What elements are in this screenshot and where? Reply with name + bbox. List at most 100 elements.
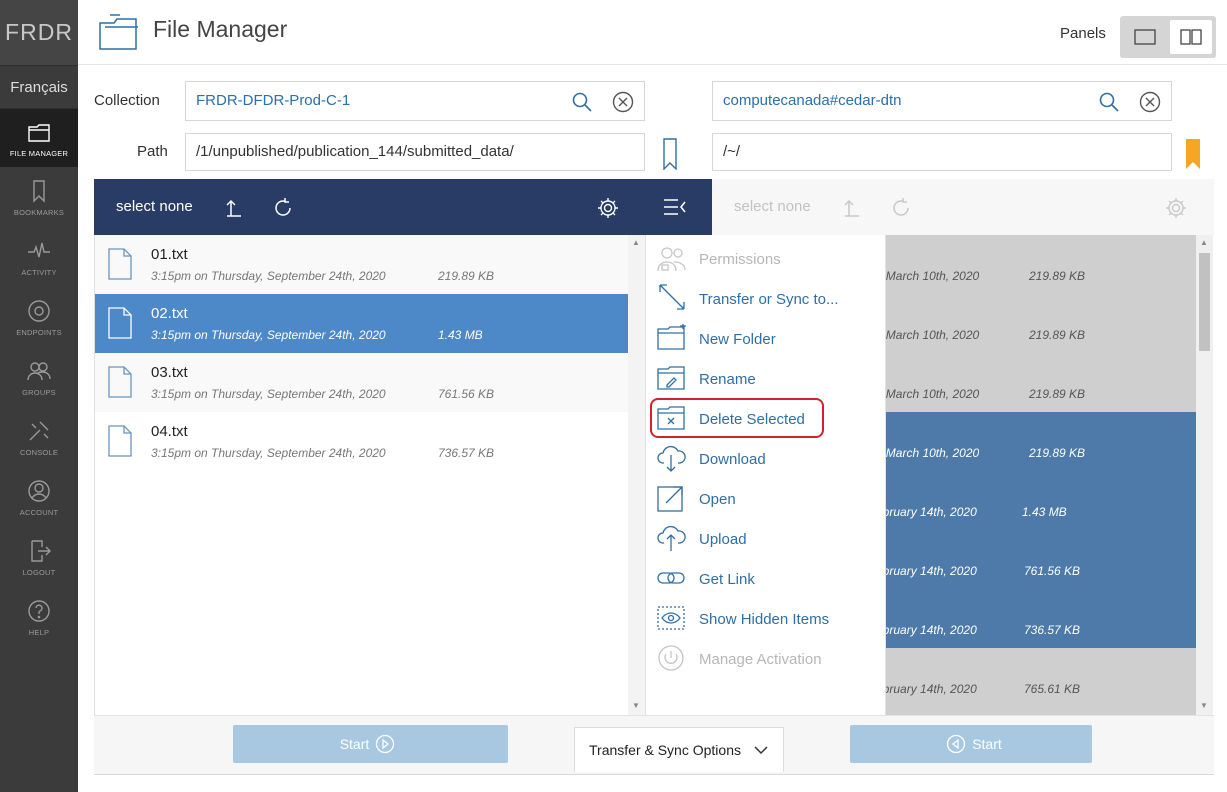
file-modified: y, March 10th, 2020 [874,328,980,342]
sidebar-item-activity[interactable]: ACTIVITY [0,227,78,287]
menu-item-label: Transfer or Sync to... [699,291,839,308]
start-transfer-right-button[interactable]: Start [850,725,1092,763]
up-folder-icon[interactable] [224,196,246,218]
sidebar-item-groups[interactable]: GROUPS [0,347,78,407]
file-size: 219.89 KB [1029,446,1086,460]
sidebar-item-file-manager[interactable]: FILE MANAGER [0,109,78,167]
console-icon [29,421,49,440]
left-path-value: /1/unpublished/publication_144/submitted… [196,143,514,160]
bookmark-filled-icon[interactable] [1185,138,1201,170]
menu-item-upload[interactable]: Upload [646,518,887,558]
start-transfer-left-button[interactable]: Start [233,725,508,763]
transfer-sync-options-toggle[interactable]: Transfer & Sync Options [574,727,784,772]
sidebar-item-help[interactable]: HELP [0,587,78,647]
left-collection-field[interactable]: FRDR-DFDR-Prod-C-1 [185,81,645,121]
gear-icon[interactable] [596,196,620,220]
sidebar-item-label: CONSOLE [19,447,59,457]
sidebar-item-console[interactable]: CONSOLE [0,407,78,467]
menu-item-new-folder[interactable]: New Folder [646,318,887,358]
app-root: FRDR Français FILE MANAGER BOOKMARKS ACT… [0,0,1227,792]
link-icon [657,572,685,584]
file-modified: 3:15pm on Thursday, September 24th, 2020 [151,387,386,401]
right-scrollbar[interactable]: ▲ ▼ [1196,235,1213,715]
sidebar-item-bookmarks[interactable]: BOOKMARKS [0,167,78,227]
menu-item-manage-activation[interactable]: Manage Activation [646,638,887,678]
clear-icon[interactable] [1139,91,1161,113]
file-row[interactable]: y, March 10th, 2020 219.89 KB [874,294,1196,353]
up-folder-icon[interactable] [842,196,864,218]
rename-icon [657,366,685,390]
endpoint-icon [28,299,50,322]
select-none-button[interactable]: select none [734,198,811,215]
menu-item-rename[interactable]: Rename [646,358,887,398]
file-icon [108,366,132,398]
file-modified: ebruary 14th, 2020 [876,564,977,578]
bookmark-icon [33,179,45,203]
sidebar-item-label: ENDPOINTS [16,327,62,337]
dual-panel-button[interactable] [1170,20,1212,54]
transfer-bar: Start Transfer & Sync Options Start [94,715,1214,775]
file-name: 04.txt [151,423,188,440]
file-row[interactable]: 03.txt 3:15pm on Thursday, September 24t… [95,353,629,412]
file-row[interactable]: y, March 10th, 2020 219.89 KB [874,412,1196,471]
bookmark-icon[interactable] [662,138,678,170]
refresh-icon[interactable] [889,196,913,220]
file-row[interactable]: ebruary 14th, 2020 761.56 KB [876,530,1196,589]
file-row[interactable]: 01.txt 3:15pm on Thursday, September 24t… [95,235,629,294]
gear-icon[interactable] [1164,196,1188,220]
file-size: 736.57 KB [438,446,495,460]
menu-item-label: Download [699,451,766,468]
sidebar-item-endpoints[interactable]: ENDPOINTS [0,287,78,347]
file-row[interactable]: 04.txt 3:15pm on Thursday, September 24t… [95,412,629,471]
file-row[interactable]: ebruary 14th, 2020 1.43 MB [876,471,1196,530]
file-row[interactable]: ebruary 14th, 2020 736.57 KB [876,589,1196,648]
sidebar-item-account[interactable]: ACCOUNT [0,467,78,527]
brand-logo[interactable]: FRDR [0,0,78,65]
panels-label: Panels [1060,25,1106,42]
file-modified: y, March 10th, 2020 [874,446,980,460]
page-title: File Manager [153,16,288,42]
single-panel-icon [1134,29,1156,45]
file-row[interactable]: 02.txt 3:15pm on Thursday, September 24t… [95,294,629,353]
scroll-up-icon[interactable]: ▲ [632,238,640,247]
file-modified: ebruary 14th, 2020 [876,505,977,519]
file-modified: 3:15pm on Thursday, September 24th, 2020 [151,328,386,342]
file-modified: y, March 10th, 2020 [874,269,980,283]
scroll-down-icon[interactable]: ▼ [1200,701,1208,710]
menu-item-transfer[interactable]: Transfer or Sync to... [646,278,887,318]
scroll-up-icon[interactable]: ▲ [1200,238,1208,247]
file-icon [108,425,132,457]
start-label: Start [339,736,370,752]
file-row[interactable]: ebruary 14th, 2020 765.61 KB [876,648,1196,707]
clear-icon[interactable] [612,91,634,113]
scroll-down-icon[interactable]: ▼ [632,701,640,710]
file-size: 219.89 KB [1029,387,1086,401]
scroll-thumb[interactable] [1199,253,1210,351]
file-modified: 3:15pm on Thursday, September 24th, 2020 [151,269,386,283]
file-size: 1.43 MB [1022,505,1067,519]
search-icon[interactable] [1098,91,1120,113]
menu-collapse-icon[interactable] [662,196,688,218]
left-path-input[interactable]: /1/unpublished/publication_144/submitted… [185,133,645,171]
left-collection-value: FRDR-DFDR-Prod-C-1 [196,92,351,109]
file-size: 219.89 KB [438,269,495,283]
search-icon[interactable] [571,91,593,113]
sidebar-item-logout[interactable]: LOGOUT [0,527,78,587]
file-modified: ebruary 14th, 2020 [876,682,977,696]
select-none-button[interactable]: select none [116,198,193,215]
refresh-icon[interactable] [271,196,295,220]
transfer-icon [659,284,685,310]
single-panel-button[interactable] [1124,20,1166,54]
left-scrollbar[interactable]: ▲ ▼ [628,235,645,715]
right-collection-field[interactable]: computecanada#cedar-dtn [712,81,1172,121]
menu-item-label: Permissions [699,251,781,268]
language-toggle[interactable]: Français [0,65,78,109]
menu-item-download[interactable]: Download [646,438,887,478]
menu-item-show-hidden[interactable]: Show Hidden Items [646,598,887,638]
menu-item-permissions[interactable]: Permissions [646,238,887,278]
file-row[interactable]: y, March 10th, 2020 219.89 KB [874,235,1196,294]
file-row[interactable]: y, March 10th, 2020 219.89 KB [874,353,1196,412]
menu-item-open[interactable]: Open [646,478,887,518]
right-path-input[interactable]: /~/ [712,133,1172,171]
menu-item-get-link[interactable]: Get Link [646,558,887,598]
